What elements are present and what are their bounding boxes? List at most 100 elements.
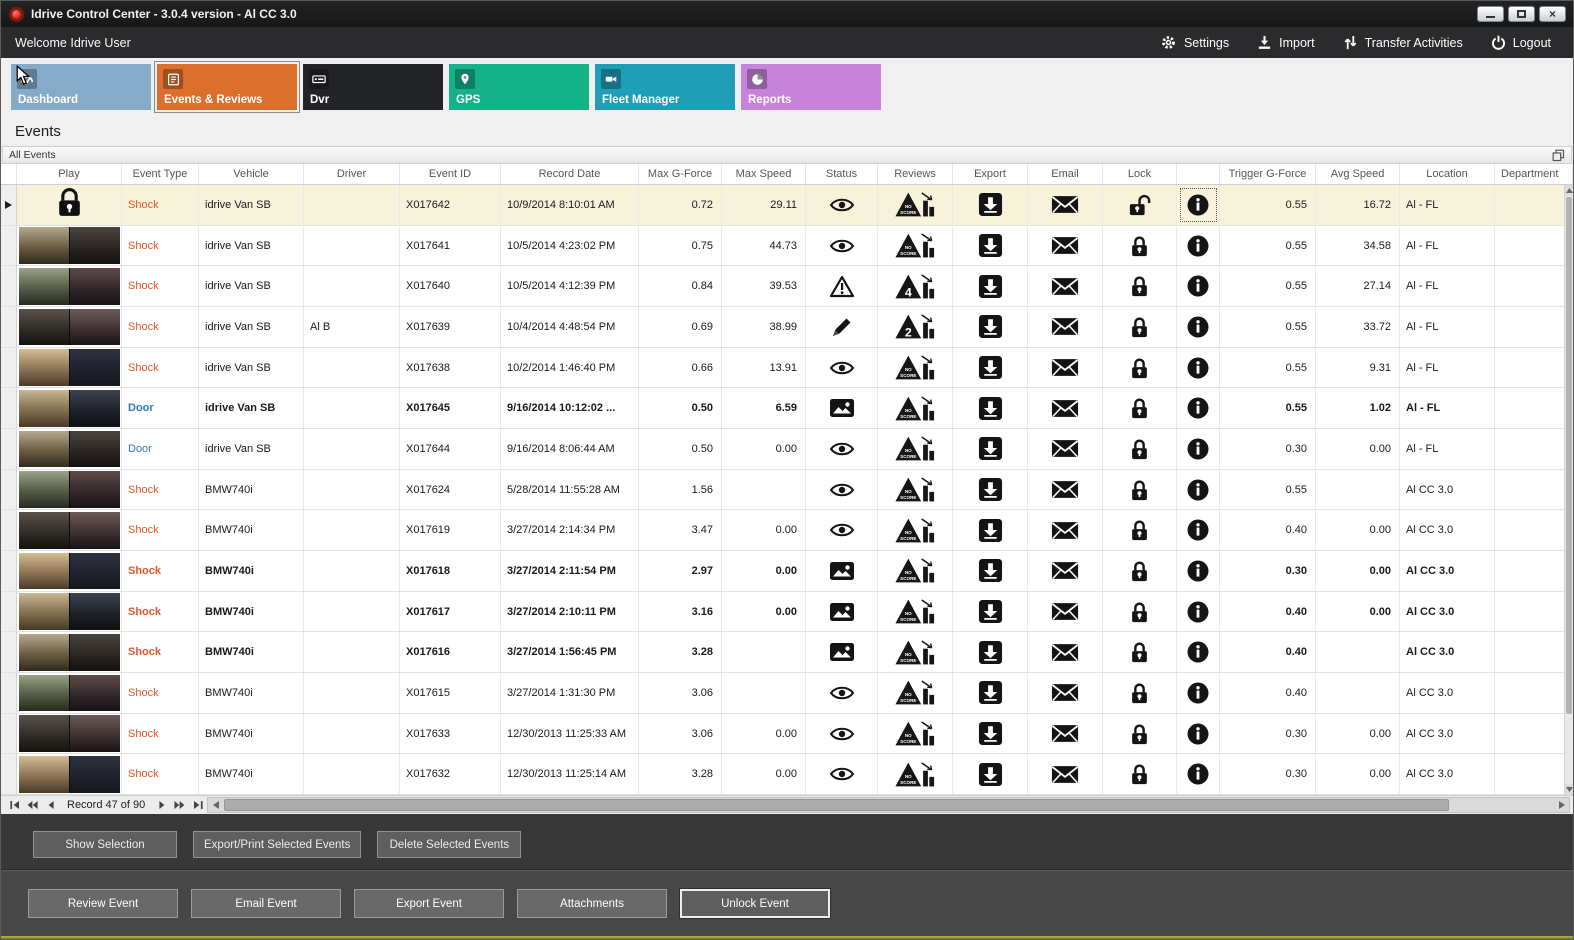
- email-icon[interactable]: [1028, 673, 1103, 713]
- status-eye-icon[interactable]: [806, 754, 878, 795]
- horizontal-scrollbar[interactable]: [207, 797, 1570, 813]
- status-image-icon[interactable]: [806, 388, 878, 429]
- attachments-button[interactable]: Attachments: [517, 889, 667, 918]
- status-eye-icon[interactable]: [806, 713, 878, 754]
- event-thumbnail[interactable]: [18, 389, 120, 427]
- table-row[interactable]: Shock BMW740i X017632 12/30/2013 11:25:14 A…: [1, 754, 1573, 796]
- col-header-event-id[interactable]: Event ID: [400, 164, 501, 184]
- col-header-department[interactable]: Department: [1495, 164, 1573, 184]
- email-icon[interactable]: [1028, 185, 1103, 225]
- status-eye-icon[interactable]: [806, 469, 878, 510]
- table-row[interactable]: Shock idrive Van SB X017641 10/5/2014 4:23:…: [1, 225, 1573, 267]
- play-cell[interactable]: [17, 429, 122, 469]
- table-row[interactable]: Shock BMW740i X017618 3/27/2014 2:11:54 PM 2…: [1, 551, 1573, 592]
- play-cell[interactable]: [17, 347, 122, 388]
- row-select-indicator[interactable]: [1, 307, 17, 347]
- lock-icon[interactable]: [1103, 551, 1177, 591]
- info-icon[interactable]: [1177, 307, 1220, 347]
- email-event-button[interactable]: Email Event: [191, 889, 341, 918]
- email-icon[interactable]: [1028, 388, 1103, 429]
- tile-gps[interactable]: GPS: [449, 64, 589, 110]
- event-thumbnail[interactable]: [18, 633, 120, 671]
- export-icon[interactable]: [953, 510, 1028, 551]
- close-button[interactable]: ×: [1539, 6, 1566, 22]
- export-event-button[interactable]: Export Event: [354, 889, 504, 918]
- play-cell[interactable]: [17, 469, 122, 510]
- email-icon[interactable]: [1028, 225, 1103, 266]
- row-select-indicator[interactable]: [1, 551, 17, 591]
- col-header-location[interactable]: Location: [1400, 164, 1495, 184]
- info-icon[interactable]: [1177, 551, 1220, 591]
- review-score-icon[interactable]: NO SCORE: [878, 429, 953, 469]
- info-icon[interactable]: [1177, 225, 1220, 266]
- review-score-icon[interactable]: NO SCORE: [878, 713, 953, 754]
- play-cell[interactable]: [17, 510, 122, 551]
- event-thumbnail[interactable]: [18, 593, 120, 630]
- table-row[interactable]: Shock BMW740i X017633 12/30/2013 11:25:33 A…: [1, 713, 1573, 755]
- record-prev-page-button[interactable]: [24, 798, 41, 812]
- review-score-icon[interactable]: 4: [878, 266, 953, 307]
- email-icon[interactable]: [1028, 754, 1103, 795]
- col-header-record-date[interactable]: Record Date: [501, 164, 639, 184]
- lock-icon[interactable]: [1103, 469, 1177, 510]
- event-thumbnail[interactable]: [18, 308, 120, 346]
- row-select-indicator[interactable]: [1, 713, 17, 754]
- logout-button[interactable]: Logout: [1491, 35, 1551, 50]
- table-row[interactable]: Shock BMW740i X017615 3/27/2014 1:31:30 PM 3…: [1, 673, 1573, 714]
- export-icon[interactable]: [953, 469, 1028, 510]
- lock-icon[interactable]: [1103, 347, 1177, 388]
- lock-icon[interactable]: [1103, 225, 1177, 266]
- row-select-indicator[interactable]: [1, 469, 17, 510]
- vscroll-track[interactable]: [1565, 196, 1573, 784]
- export-icon[interactable]: [953, 185, 1028, 225]
- info-icon[interactable]: [1177, 510, 1220, 551]
- play-cell[interactable]: [17, 551, 122, 591]
- review-score-icon[interactable]: NO SCORE: [878, 754, 953, 795]
- row-select-indicator[interactable]: [1, 510, 17, 551]
- col-header-lock[interactable]: Lock: [1103, 164, 1177, 184]
- record-last-button[interactable]: [189, 798, 206, 812]
- export-icon[interactable]: [953, 429, 1028, 469]
- export-icon[interactable]: [953, 551, 1028, 591]
- email-icon[interactable]: [1028, 429, 1103, 469]
- export-icon[interactable]: [953, 388, 1028, 429]
- email-icon[interactable]: [1028, 713, 1103, 754]
- email-icon[interactable]: [1028, 347, 1103, 388]
- col-header-vehicle[interactable]: Vehicle: [199, 164, 304, 184]
- status-image-icon[interactable]: [806, 551, 878, 591]
- vscroll-thumb[interactable]: [1566, 197, 1572, 715]
- info-icon[interactable]: [1177, 185, 1220, 225]
- event-thumbnail[interactable]: [18, 755, 120, 793]
- col-header-reviews[interactable]: Reviews: [878, 164, 953, 184]
- table-row[interactable]: Shock BMW740i X017616 3/27/2014 1:56:45 PM 3…: [1, 632, 1573, 674]
- table-row[interactable]: Shock idrive Van SB X017638 10/2/2014 1:46:…: [1, 347, 1573, 389]
- table-row[interactable]: Door idrive Van SB X017645 9/16/2014 10:12:…: [1, 388, 1573, 430]
- export-icon[interactable]: [953, 713, 1028, 754]
- status-eye-icon[interactable]: [806, 225, 878, 266]
- row-select-indicator[interactable]: [1, 429, 17, 469]
- tile-events-reviews[interactable]: Events & Reviews: [154, 61, 300, 113]
- status-eye-icon[interactable]: [806, 510, 878, 551]
- col-header-max-speed[interactable]: Max Speed: [722, 164, 806, 184]
- unlock-icon[interactable]: [1103, 185, 1177, 225]
- review-score-icon[interactable]: NO SCORE: [878, 388, 953, 429]
- info-icon[interactable]: [1177, 429, 1220, 469]
- col-header-max-g-force[interactable]: Max G-Force: [639, 164, 722, 184]
- row-select-indicator[interactable]: [1, 225, 17, 266]
- status-image-icon[interactable]: [806, 591, 878, 632]
- record-next-page-button[interactable]: [171, 798, 188, 812]
- play-cell[interactable]: [17, 225, 122, 266]
- lock-icon[interactable]: [1103, 429, 1177, 469]
- review-score-icon[interactable]: NO SCORE: [878, 551, 953, 591]
- maximize-button[interactable]: [1508, 6, 1535, 22]
- play-cell[interactable]: [17, 185, 122, 225]
- status-eye-icon[interactable]: [806, 185, 878, 225]
- info-icon[interactable]: [1177, 632, 1220, 673]
- info-icon[interactable]: [1177, 266, 1220, 307]
- review-score-icon[interactable]: NO SCORE: [878, 632, 953, 673]
- row-select-indicator[interactable]: [1, 673, 17, 713]
- lock-icon[interactable]: [1103, 591, 1177, 632]
- lock-icon[interactable]: [1103, 510, 1177, 551]
- col-header-email[interactable]: Email: [1028, 164, 1103, 184]
- unlock-event-button[interactable]: Unlock Event: [679, 888, 831, 919]
